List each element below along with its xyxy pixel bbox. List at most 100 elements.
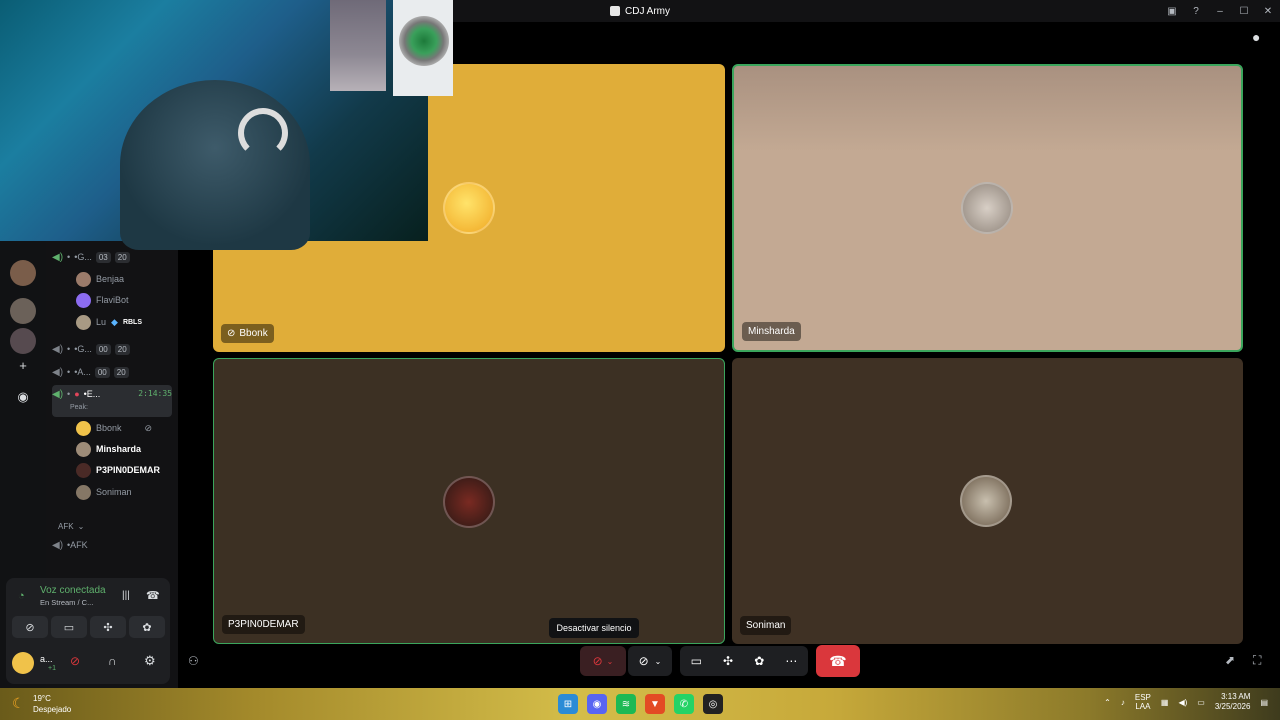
call-actions-group: ▭ ✣ ✿ ⋯ [680,646,808,676]
gem-icon: ◆ [111,316,118,327]
headphones-icon[interactable]: ∩ [108,654,117,668]
server-icon[interactable] [10,260,36,286]
channel-name: •G... [74,252,92,262]
bowl-shape [399,16,449,66]
windows-start-icon[interactable]: ⊞ [558,694,578,714]
chevron-down-icon: ⌄ [77,521,85,531]
speaker-icon: ◀) [52,539,64,551]
mic-icon[interactable]: ♪ [1121,698,1125,707]
clock-date: 3/25/2026 [1214,702,1251,711]
voice-user[interactable]: FlaviBot [76,290,129,310]
live-dot-icon: ● [74,389,80,399]
more-icon[interactable]: ⋯ [785,654,797,668]
discord-app: CDJ Army ▣ ? – ☐ ✕ + ◉ ◀) • •G... 03 20 … [0,0,1280,688]
screenshare-icon[interactable]: ▭ [691,654,702,668]
settings-gear-icon[interactable]: ⚙ [144,653,156,669]
mic-toggle-button[interactable]: ⊘ ⌄ [580,646,626,676]
voice-channel-row-active[interactable]: ◀) • ● •E... 2:14:35 Peak: [52,385,172,417]
whatsapp-icon[interactable]: ✆ [674,694,694,714]
inbox-icon[interactable]: ▣ [1160,6,1184,17]
lang-sub: LAA [1135,702,1151,711]
language-indicator[interactable]: ESP LAA [1135,693,1151,711]
spotify-icon[interactable]: ≋ [616,694,636,714]
signal-icon[interactable]: ◔ [18,590,25,602]
channel-prefix: • [67,367,71,377]
voice-user[interactable]: Lu ◆ RBLS [76,312,142,332]
participant-tile-speaking[interactable]: Minsharda [732,64,1243,352]
activities-icon[interactable]: ✣ [723,654,733,668]
muted-icon: ⊘ [144,422,153,433]
popout-icon[interactable]: ⬈ [1225,653,1235,667]
clock[interactable]: 3:13 AM 3/25/2026 [1215,692,1251,712]
user-name-short: a... [40,654,53,664]
server-icon[interactable] [10,298,36,324]
user-count: 00 [94,366,110,378]
disconnect-button[interactable]: ☎ [816,645,860,677]
invite-icon[interactable]: ⚇ [188,654,199,668]
chat-bubble-icon[interactable]: ● [1252,29,1260,45]
volume-icon[interactable]: ◀) [1178,698,1187,707]
activities-button[interactable]: ✣ [90,616,126,638]
channel-name: •G... [74,344,92,354]
server-icon[interactable] [10,328,36,354]
voice-channel-row[interactable]: ◀) • •A... 00 20 [52,362,172,382]
voice-user[interactable]: Minsharda [76,439,141,459]
voice-channel-row[interactable]: ◀) •AFK [52,535,172,555]
participant-name: Soniman [746,620,786,631]
user-name: Lu [96,317,107,327]
brave-icon[interactable]: ▼ [645,694,665,714]
speaker-icon: ◀) [52,389,64,400]
channel-timer: 2:14:35 [138,389,172,398]
voice-channel-row[interactable]: ◀) • •G... 00 20 [52,339,172,359]
minimize-button[interactable]: – [1208,6,1232,17]
obs-icon[interactable]: ◎ [703,694,723,714]
thumbnail-image [393,0,453,96]
noise-suppression-icon[interactable]: ||| [122,590,130,601]
add-server-icon[interactable]: + [10,352,36,378]
close-button[interactable]: ✕ [1256,6,1280,17]
battery-icon[interactable]: ▭ [1197,698,1205,707]
user-avatar[interactable] [12,652,34,674]
camera-off-button[interactable]: ⊘ [12,616,48,638]
voice-user[interactable]: P3PIN0DEMAR [76,460,160,480]
soundboard-button[interactable]: ✿ [129,616,165,638]
maximize-button[interactable]: ☐ [1232,6,1256,17]
user-sub: +1 [48,665,56,672]
discover-icon[interactable]: ◉ [10,384,36,410]
weather-temp[interactable]: 19°C [33,694,51,703]
soundboard-icon[interactable]: ✿ [754,654,764,668]
server-logo-icon [610,6,620,16]
headphones-shape [238,108,288,158]
participant-name-tag: Minsharda [742,322,801,341]
participant-tile[interactable]: P3PIN0DEMAR [213,358,725,644]
discord-icon[interactable]: ◉ [587,694,607,714]
participant-avatar [961,182,1013,234]
avatar [76,314,91,330]
mic-muted-icon[interactable]: ⊘ [70,654,80,668]
fullscreen-icon[interactable]: ⛶ [1253,653,1261,668]
camera-toggle-button[interactable]: ⊘ ⌄ [628,646,672,676]
weather-moon-icon: ☾ [12,695,25,711]
user-limit: 20 [114,343,130,355]
camera-off-icon: ⊘ [638,654,649,668]
voice-user[interactable]: Soniman [76,482,132,502]
participant-avatar [960,475,1012,527]
weather-desc[interactable]: Despejado [33,705,71,714]
window-controls: ▣ ? – ☐ ✕ [1160,0,1280,22]
voice-user[interactable]: Benjaa [76,269,124,289]
network-icon[interactable]: ▦ [1161,698,1169,707]
notification-icon[interactable]: ▤ [1260,698,1268,707]
chevron-up-icon[interactable]: ⌃ [1104,698,1111,707]
taskbar-apps: ⊞ ◉ ≋ ▼ ✆ ◎ [558,694,723,714]
category-afk[interactable]: AFK ⌄ [58,516,178,536]
disconnect-icon[interactable]: ☎ [146,589,160,602]
user-name: Minsharda [96,444,142,454]
voice-user[interactable]: Bbonk ⊘ [76,418,152,438]
participant-tile[interactable]: Soniman [732,358,1243,644]
help-icon[interactable]: ? [1184,6,1208,17]
screenshare-button[interactable]: ▭ [51,616,87,638]
channel-prefix: • [67,389,71,399]
avatar [76,271,91,287]
voice-channel-row[interactable]: ◀) • •G... 03 20 [52,247,172,267]
channel-name: •A... [74,367,91,377]
